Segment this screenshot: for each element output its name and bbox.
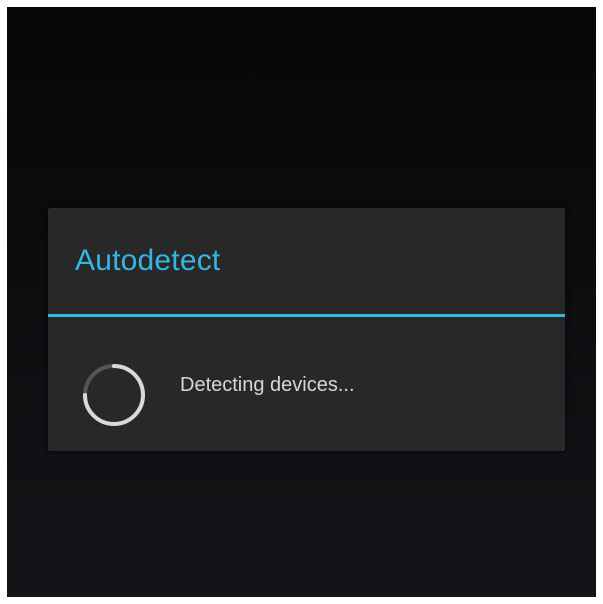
- autodetect-dialog: Autodetect Detecting devices...: [48, 208, 565, 451]
- status-message: Detecting devices...: [180, 374, 355, 396]
- progress-spinner-icon: [83, 364, 145, 426]
- dialog-content: Detecting devices...: [48, 317, 565, 451]
- dialog-title: Autodetect: [75, 244, 221, 277]
- device-screen: Autodetect Detecting devices...: [7, 7, 596, 597]
